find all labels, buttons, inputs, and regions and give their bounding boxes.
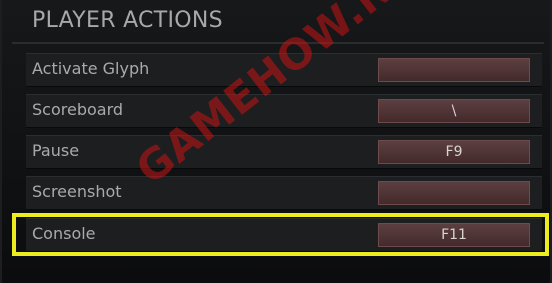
keybind-label: Console (32, 224, 96, 243)
keybind-button-activate-glyph[interactable] (378, 58, 530, 82)
keybind-row-scoreboard: Scoreboard \ (26, 94, 542, 128)
keybind-label: Screenshot (32, 182, 122, 201)
section-title: PLAYER ACTIONS (32, 8, 223, 33)
keybind-row-screenshot: Screenshot (26, 176, 542, 210)
keybind-row-console: Console F11 (26, 218, 542, 252)
keybind-label: Activate Glyph (32, 59, 150, 78)
keybind-button-console[interactable]: F11 (378, 223, 530, 247)
keybind-button-screenshot[interactable] (378, 181, 530, 205)
keybind-row-activate-glyph: Activate Glyph (26, 53, 542, 87)
keybind-row-pause: Pause F9 (26, 135, 542, 169)
keybind-button-scoreboard[interactable]: \ (378, 99, 530, 123)
player-actions-panel: PLAYER ACTIONS Activate Glyph Scoreboard… (0, 0, 552, 283)
title-divider (12, 42, 544, 44)
keybind-label: Pause (32, 141, 80, 160)
keybind-button-pause[interactable]: F9 (378, 140, 530, 164)
keybind-label: Scoreboard (32, 100, 124, 119)
